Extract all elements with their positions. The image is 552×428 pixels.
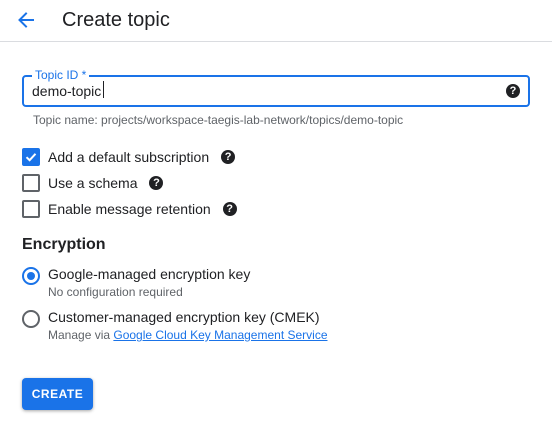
radio-selected[interactable] (22, 267, 40, 285)
radio-label: Google-managed encryption key (48, 266, 251, 282)
text-cursor (103, 81, 104, 98)
add-default-subscription-option[interactable]: Add a default subscription ? (22, 148, 236, 166)
radio-unselected[interactable] (22, 310, 40, 328)
checkbox-unchecked[interactable] (22, 200, 40, 218)
google-managed-key-option[interactable]: Google-managed encryption key No configu… (22, 266, 250, 300)
checkbox-label: Enable message retention (48, 201, 211, 217)
checkbox-label: Use a schema (48, 175, 138, 191)
create-button[interactable]: CREATE (22, 378, 93, 410)
radio-description: Manage via Google Cloud Key Management S… (48, 328, 328, 343)
topic-name-hint: Topic name: projects/workspace-taegis-la… (33, 113, 404, 127)
checkmark-icon (25, 153, 37, 162)
back-button[interactable] (12, 6, 40, 34)
checkbox-label: Add a default subscription (48, 149, 210, 165)
radio-label: Customer-managed encryption key (CMEK) (48, 309, 320, 325)
topic-id-input[interactable] (32, 81, 492, 101)
use-schema-option[interactable]: Use a schema ? (22, 174, 164, 192)
description-prefix: Manage via (48, 328, 114, 342)
checkbox-unchecked[interactable] (22, 174, 40, 192)
cmek-option[interactable]: Customer-managed encryption key (CMEK) M… (22, 309, 328, 343)
help-icon[interactable]: ? (222, 202, 237, 216)
radio-description: No configuration required (48, 285, 183, 299)
help-icon[interactable]: ? (221, 150, 236, 164)
topic-id-label: Topic ID * (32, 68, 90, 82)
enable-message-retention-option[interactable]: Enable message retention ? (22, 200, 237, 218)
page-title: Create topic (62, 9, 170, 31)
page-header: Create topic (0, 0, 552, 42)
help-icon[interactable]: ? (506, 84, 520, 98)
checkbox-checked[interactable] (22, 148, 40, 166)
help-icon[interactable]: ? (149, 176, 164, 190)
encryption-heading: Encryption (22, 236, 106, 253)
kms-link[interactable]: Google Cloud Key Management Service (113, 328, 327, 342)
arrow-back-icon (18, 12, 34, 28)
topic-id-field[interactable]: Topic ID * ? (22, 68, 530, 107)
